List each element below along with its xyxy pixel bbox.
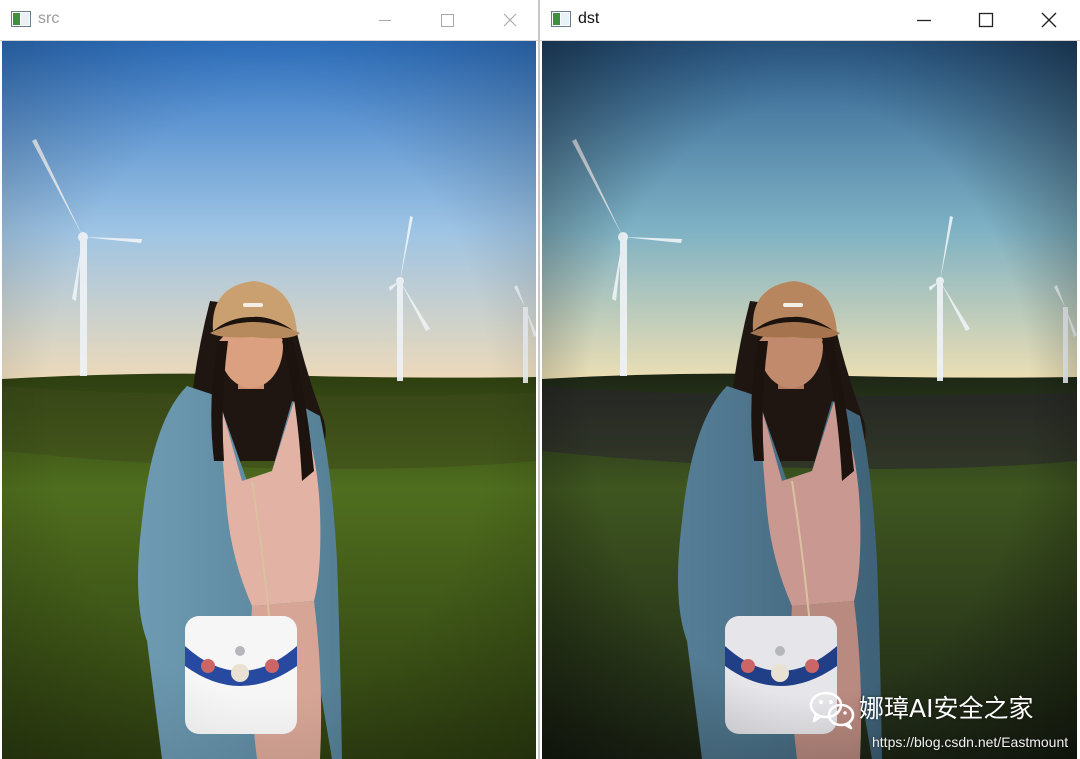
image-canvas-dst bbox=[542, 41, 1078, 759]
wechat-icon bbox=[808, 690, 858, 730]
minimize-icon[interactable] bbox=[373, 8, 397, 32]
maximize-icon[interactable] bbox=[435, 8, 459, 32]
watermark: 娜璋AI安全之家 https://blog.csdn.net/Eastmount bbox=[808, 690, 1073, 754]
src-window: src bbox=[0, 0, 539, 759]
photo-scene bbox=[542, 41, 1077, 759]
minimize-icon[interactable] bbox=[912, 8, 936, 32]
watermark-title: 娜璋AI安全之家 bbox=[859, 694, 1034, 723]
app-icon bbox=[551, 11, 571, 27]
dst-window: dst bbox=[539, 0, 1080, 759]
image-canvas-src bbox=[2, 41, 536, 759]
src-titlebar[interactable]: src bbox=[0, 0, 538, 41]
dst-titlebar[interactable]: dst bbox=[540, 0, 1080, 41]
close-icon[interactable] bbox=[1037, 8, 1061, 32]
maximize-icon[interactable] bbox=[974, 8, 998, 32]
window-title: dst bbox=[578, 10, 600, 27]
photo-scene bbox=[2, 41, 536, 759]
app-icon bbox=[11, 11, 31, 27]
window-title: src bbox=[38, 10, 60, 27]
close-icon[interactable] bbox=[498, 8, 522, 32]
watermark-url: https://blog.csdn.net/Eastmount bbox=[872, 734, 1069, 750]
